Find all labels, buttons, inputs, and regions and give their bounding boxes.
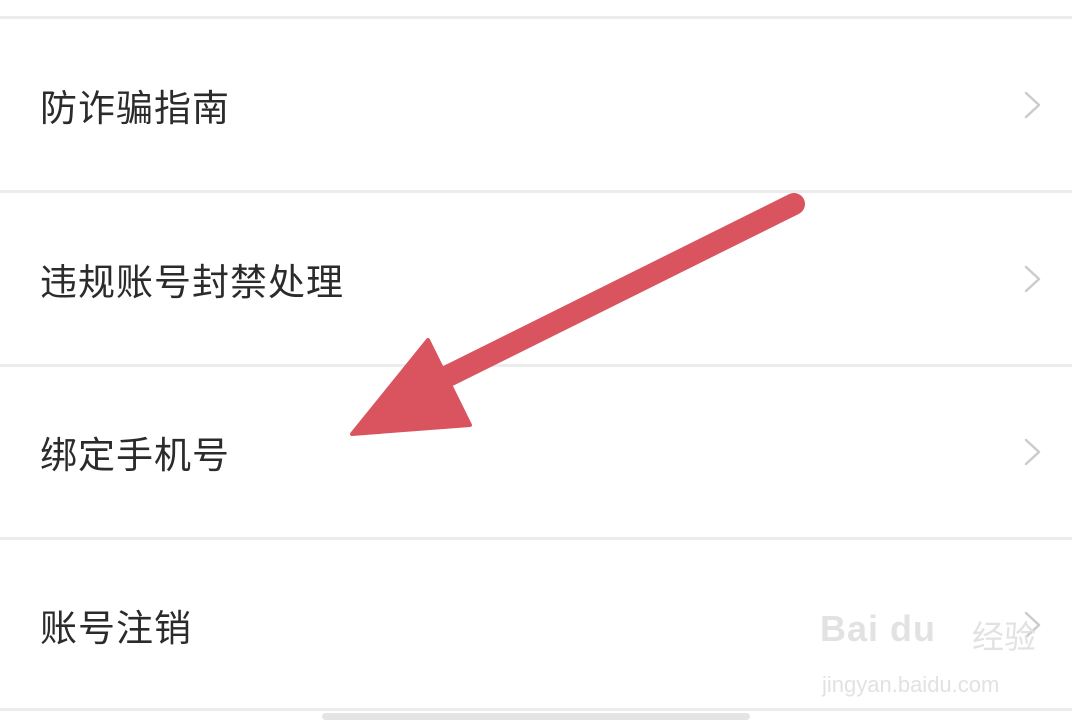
menu-item-label: 绑定手机号 xyxy=(40,434,230,477)
menu-item-violation-ban[interactable]: 违规账号封禁处理 xyxy=(0,194,1072,364)
chevron-right-icon xyxy=(1024,265,1041,293)
home-indicator[interactable] xyxy=(322,713,750,720)
chevron-right-icon xyxy=(1024,438,1041,466)
separator xyxy=(0,190,1072,193)
chevron-right-icon xyxy=(1024,91,1041,119)
separator xyxy=(0,708,1072,711)
menu-item-anti-fraud-guide[interactable]: 防诈骗指南 xyxy=(0,20,1072,190)
menu-item-label: 防诈骗指南 xyxy=(40,87,230,130)
chevron-right-icon xyxy=(1024,611,1041,639)
menu-item-bind-phone[interactable]: 绑定手机号 xyxy=(0,367,1072,537)
menu-item-label: 违规账号封禁处理 xyxy=(40,261,344,304)
menu-item-label: 账号注销 xyxy=(40,607,192,650)
separator xyxy=(0,16,1072,19)
menu-item-account-cancellation[interactable]: 账号注销 xyxy=(0,540,1072,710)
settings-screen: 防诈骗指南 违规账号封禁处理 绑定手机号 账号注销 Bai du 经验 jing… xyxy=(0,0,1072,724)
